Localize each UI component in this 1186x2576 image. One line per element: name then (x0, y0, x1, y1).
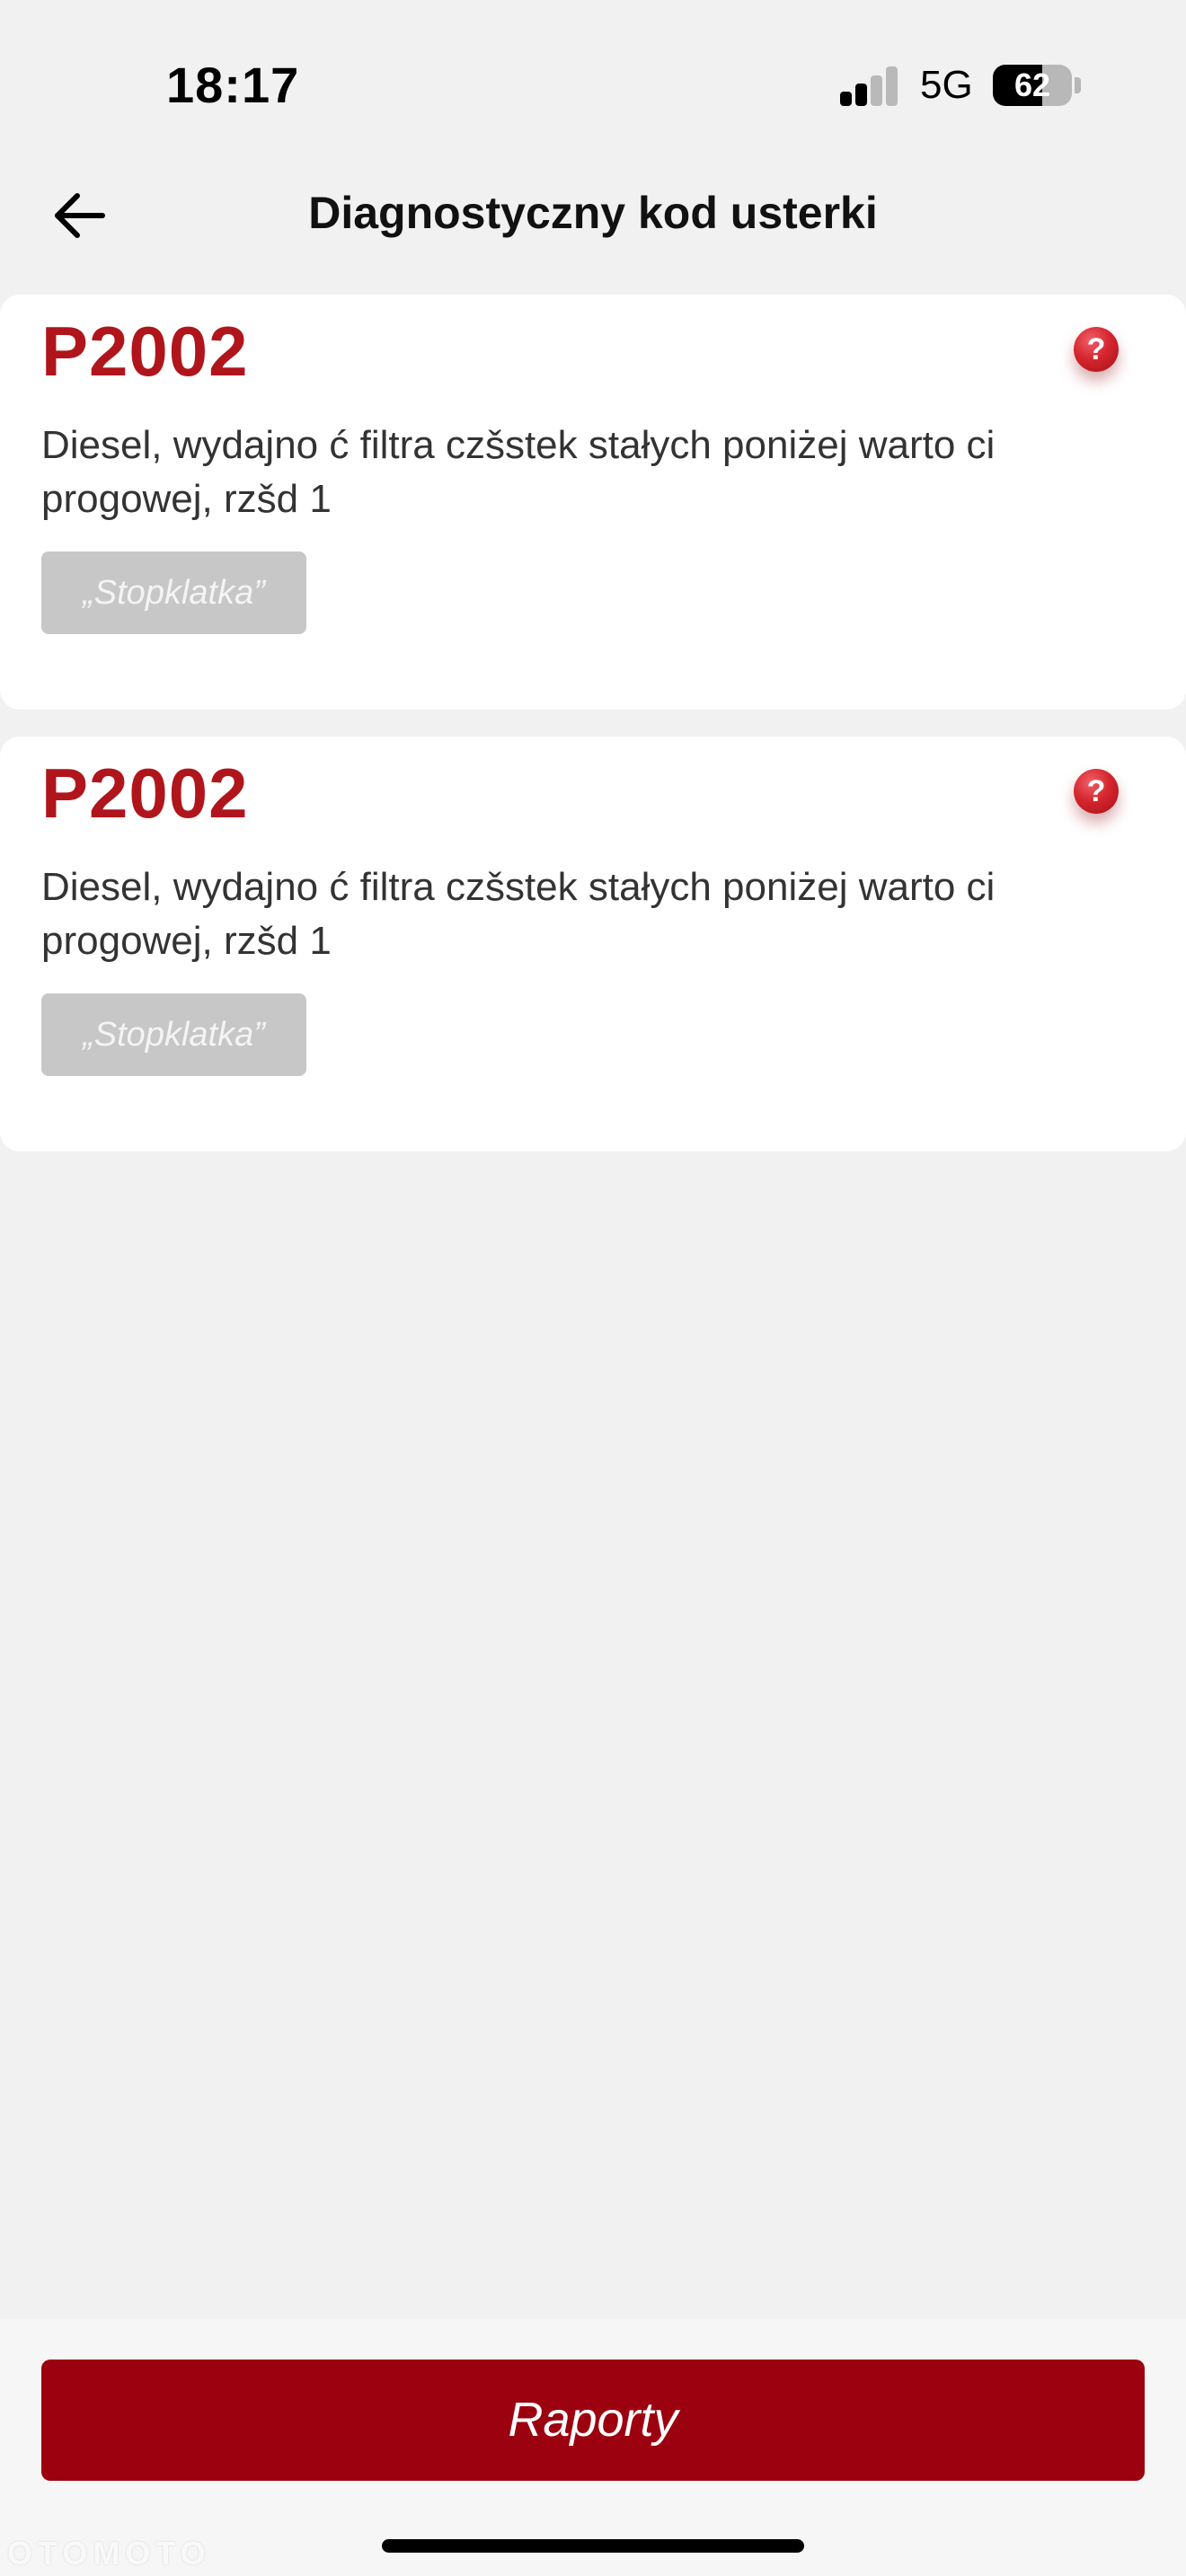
signal-bar-2 (855, 84, 867, 106)
question-mark-icon[interactable]: ? (1074, 769, 1119, 814)
fault-card: P2002 ? Diesel, wydajno ć filtra czšstek… (0, 737, 1186, 1151)
status-time: 18:17 (166, 57, 300, 113)
watermark-logo: OTOMOTO (7, 2535, 211, 2572)
fault-code: P2002 (41, 312, 249, 391)
question-mark-icon[interactable]: ? (1074, 327, 1119, 372)
battery-level: 62 (1013, 66, 1051, 103)
reports-button[interactable]: Raporty (41, 2360, 1145, 2481)
cellular-signal-icon (840, 66, 899, 106)
page-title: Diagnostyczny kod usterki (308, 188, 878, 238)
fault-description: Diesel, wydajno ć filtra czšstek stałych… (41, 865, 996, 963)
fault-code: P2002 (41, 754, 249, 833)
top-navigation-bar: Diagnostyczny kod usterki (0, 162, 1186, 260)
battery-icon: 62 (993, 65, 1072, 106)
signal-bar-1 (840, 92, 852, 106)
home-indicator[interactable] (382, 2539, 804, 2553)
arrow-left-icon (55, 193, 105, 238)
freeze-frame-button[interactable]: „Stopklatka” (41, 993, 306, 1076)
back-button[interactable] (36, 172, 122, 259)
network-type: 5G (920, 63, 973, 107)
fault-description: Diesel, wydajno ć filtra czšstek stałych… (41, 423, 996, 521)
freeze-frame-button[interactable]: „Stopklatka” (41, 551, 306, 634)
app-screen: 18:17 5G 62 Diagnostyczny kod usterki P2… (0, 0, 1186, 2576)
signal-bar-4 (886, 66, 898, 106)
signal-bar-3 (871, 75, 882, 106)
fault-card: P2002 ? Diesel, wydajno ć filtra czšstek… (0, 295, 1186, 710)
status-bar: 18:17 5G 62 (0, 0, 1186, 171)
battery-tip (1075, 77, 1081, 93)
